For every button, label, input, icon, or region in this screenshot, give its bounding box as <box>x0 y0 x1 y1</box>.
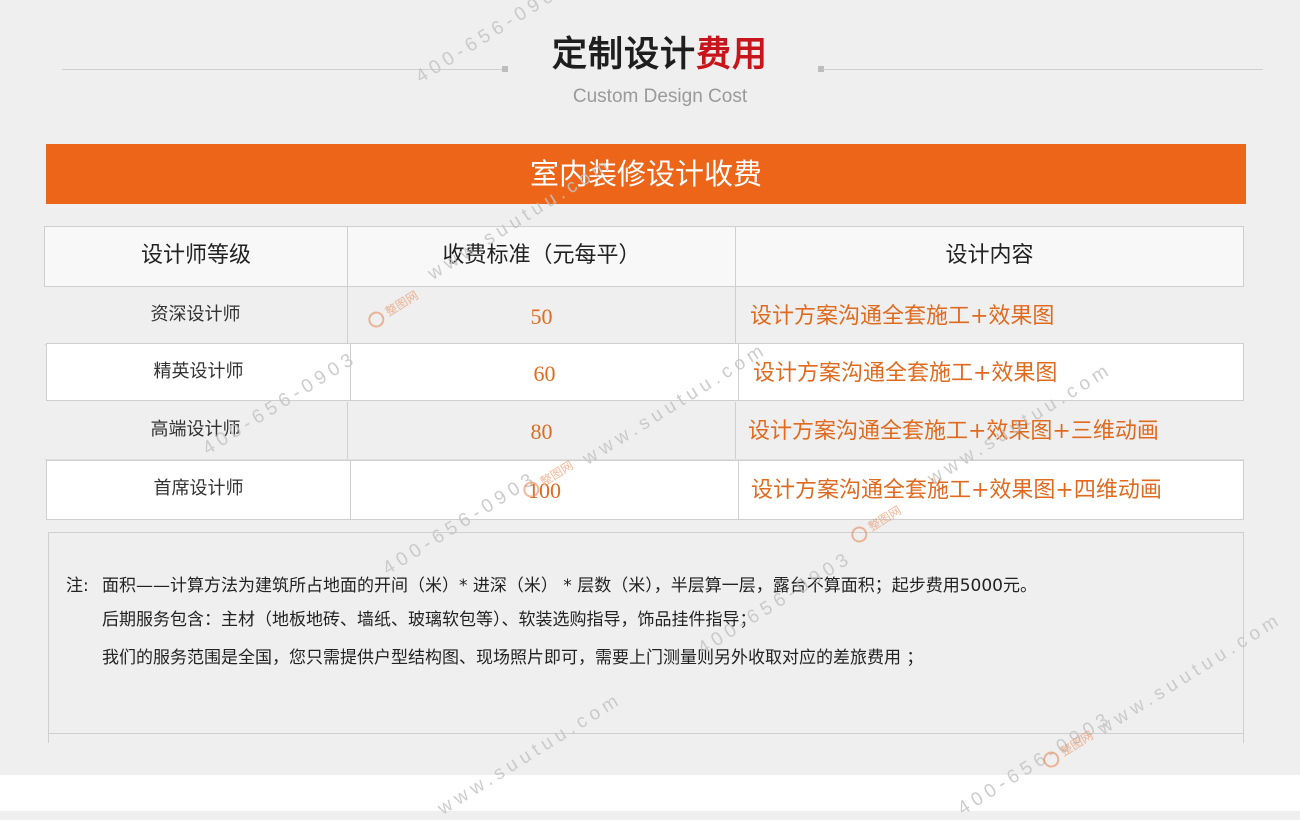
column-header-content: 设计内容 <box>945 243 1034 268</box>
column-header-level: 设计师等级 <box>45 227 348 286</box>
notes-box: 注: 面积——计算方法为建筑所占地面的开间（米）* 进深（米） * 层数（米），… <box>48 532 1244 743</box>
design-content: 设计方案沟通全套施工+效果图 <box>735 287 1244 344</box>
note-line: 我们的服务范围是全国，您只需提供户型结构图、现场照片即可，需要上门测量则另外收取… <box>102 648 924 668</box>
page-title: 定制设计费用 <box>500 26 820 77</box>
designer-level: 高端设计师 <box>150 419 241 440</box>
designer-level: 资深设计师 <box>150 304 241 325</box>
section-banner: 室内装修设计收费 <box>46 144 1246 204</box>
table-row: 资深设计师 50 设计方案沟通全套施工+效果图 <box>44 287 1244 345</box>
page-subtitle: Custom Design Cost <box>572 86 748 107</box>
table-header-row: 设计师等级 收费标准（元每平） 设计内容 <box>44 226 1244 287</box>
column-header-price: 收费标准（元每平） <box>348 227 736 286</box>
table-row: 首席设计师 100 设计方案沟通全套施工+效果图+四维动画 <box>46 460 1244 520</box>
designer-level: 首席设计师 <box>153 478 244 499</box>
design-content: 设计方案沟通全套施工+效果图 <box>738 344 1247 400</box>
page-title-accent: 费用 <box>696 35 769 75</box>
notes-label: 注: <box>66 576 89 596</box>
design-content: 设计方案沟通全套施工+效果图+四维动画 <box>738 461 1247 519</box>
title-divider-right <box>823 69 1263 70</box>
note-line: 面积——计算方法为建筑所占地面的开间（米）* 进深（米） * 层数（米），半层算… <box>102 576 1037 596</box>
page-title-main: 定制设计 <box>551 35 696 75</box>
bottom-strip <box>0 775 1300 811</box>
note-line: 后期服务包含：主材（地板地砖、墙纸、玻璃软包等）、软装选购指导，饰品挂件指导； <box>102 610 757 630</box>
